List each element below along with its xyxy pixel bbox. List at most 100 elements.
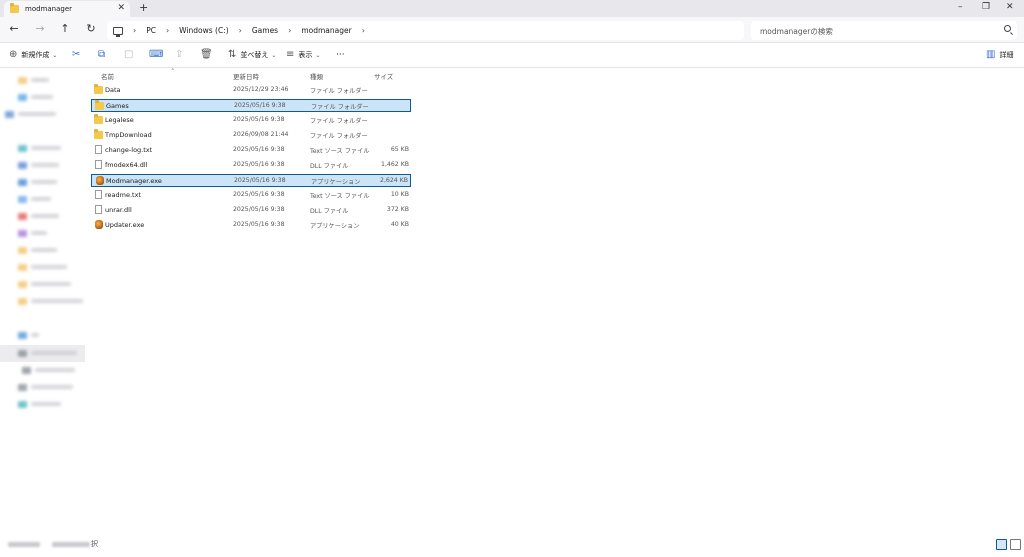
share-icon: ⇪ [175,49,184,60]
search-icon[interactable] [1004,25,1011,32]
column-header-size[interactable]: サイズ [374,71,393,81]
file-date: 2025/05/16 9:38 [233,116,285,123]
sidebar-item[interactable] [0,192,87,206]
more-icon: ··· [336,50,345,60]
file-size: 2,624 KB [380,177,408,184]
sort-button[interactable]: ⇅ 並べ替え ⌄ [228,50,276,60]
rename-button[interactable]: ⌨ [149,50,163,60]
breadcrumb-games[interactable]: Games [252,26,278,35]
file-row[interactable]: Modmanager.exe 2025/05/16 9:38 アプリケーション 2,6… [91,174,411,187]
navigation-bar: ← → ↑ ↻ › PC › Windows (C:) › Games › mo… [0,17,1024,43]
sidebar-item[interactable] [0,397,87,411]
status-selection-tail: 択 [91,540,98,548]
file-row[interactable]: change-log.txt 2025/05/16 9:38 Text ソース ファ… [91,144,411,157]
sidebar-item[interactable] [0,226,87,240]
maximize-button[interactable]: ❐ [982,2,990,12]
close-window-button[interactable]: ✕ [1006,2,1014,12]
file-size: 40 KB [390,221,409,228]
tab-title: modmanager [25,5,73,13]
breadcrumb-chevron-icon[interactable]: › [166,26,169,35]
share-button[interactable]: ⇪ [175,50,183,60]
breadcrumb-pc[interactable]: PC [146,26,156,35]
breadcrumb-chevron-icon[interactable]: › [133,26,136,35]
sidebar-item[interactable] [0,328,87,342]
column-header-date[interactable]: 更新日時 [233,71,259,81]
file-row[interactable]: Games 2025/05/16 9:38 ファイル フォルダー [91,99,411,112]
plus-circle-icon: ⊕ [9,49,18,60]
file-row[interactable]: TmpDownload 2026/09/08 21:44 ファイル フォルダー [91,129,411,142]
sidebar-item[interactable] [0,363,87,377]
file-size: 1,462 KB [381,161,409,168]
folder-icon [95,100,104,110]
folder-icon [94,129,103,139]
close-tab-icon[interactable]: ✕ [117,4,125,13]
sidebar-item[interactable] [0,209,87,223]
file-row[interactable]: unrar.dll 2025/05/16 9:38 DLL ファイル 372 KB [91,204,411,217]
file-date: 2025/05/16 9:38 [234,102,286,109]
breadcrumb-chevron-icon[interactable]: › [288,26,291,35]
file-row[interactable]: Updater.exe 2025/05/16 9:38 アプリケーション 40 KB [91,219,411,232]
sidebar-item[interactable] [0,73,87,87]
up-button[interactable]: ↑ [59,23,71,35]
sidebar-item[interactable] [0,158,87,172]
new-tab-button[interactable]: + [139,2,148,14]
breadcrumb-chevron-icon[interactable]: › [362,26,365,35]
sort-ascending-icon: ˄ [171,68,175,76]
copy-button[interactable]: ⧉ [98,50,105,60]
breadcrumb-chevron-icon[interactable]: › [239,26,242,35]
sidebar-item[interactable] [0,260,87,274]
delete-button[interactable]: 🗑 [200,50,213,60]
tab-modmanager[interactable]: modmanager ✕ [4,1,130,17]
details-view-button[interactable] [996,539,1007,550]
copy-icon: ⧉ [98,49,106,60]
file-size: 372 KB [386,206,409,213]
paste-button[interactable]: ▢ [124,50,133,60]
status-bar: 択 [0,538,1024,557]
file-date: 2025/05/16 9:38 [233,191,285,198]
sidebar-item[interactable] [0,243,87,257]
sidebar-item[interactable] [0,141,87,155]
file-row[interactable]: fmodex64.dll 2025/05/16 9:38 DLL ファイル 1,462… [91,159,411,172]
file-row[interactable]: Data 2025/12/29 23:46 ファイル フォルダー [91,84,411,97]
forward-button[interactable]: → [34,23,46,35]
minimize-button[interactable]: – [958,2,963,12]
more-button[interactable]: ··· [336,50,345,60]
view-button[interactable]: ≡ 表示 ⌄ [286,50,320,60]
breadcrumb-modmanager[interactable]: modmanager [301,26,351,35]
sidebar-item[interactable] [0,175,87,189]
file-row[interactable]: Legalese 2025/05/16 9:38 ファイル フォルダー [91,114,411,127]
details-pane-icon: ▥ [986,49,996,60]
sidebar-item[interactable] [0,380,87,394]
search-input[interactable]: modmanagerの検索 [751,21,1017,40]
column-header-type[interactable]: 種類 [310,71,323,81]
column-header-name[interactable]: 名前 ˄ [101,68,175,81]
sidebar-item[interactable] [0,346,87,360]
sort-label: 並べ替え [240,51,269,59]
file-type: アプリケーション [311,179,361,186]
back-button[interactable]: ← [8,23,20,35]
title-bar: modmanager ✕ + – ❐ ✕ [0,0,1024,17]
cut-button[interactable]: ✂ [72,50,80,60]
tiles-view-button[interactable] [1010,539,1021,550]
file-name: Legalese [105,116,134,124]
refresh-button[interactable]: ↻ [85,23,97,35]
sidebar-item[interactable] [0,90,87,104]
file-name: change-log.txt [105,146,153,154]
file-name: readme.txt [105,191,141,199]
sidebar-item[interactable] [0,277,87,291]
view-label: 表示 [298,51,313,59]
document-icon [95,190,102,199]
status-selection [52,542,90,547]
breadcrumb-drive[interactable]: Windows (C:) [179,26,228,35]
sidebar-item[interactable] [0,107,87,121]
file-name: unrar.dll [105,206,132,214]
file-row[interactable]: readme.txt 2025/05/16 9:38 Text ソース ファイル 10… [91,189,411,202]
details-pane-button[interactable]: ▥ 詳細 [986,50,1013,60]
folder-icon [94,114,103,124]
sidebar-item[interactable] [0,294,87,308]
new-button[interactable]: ⊕ 新規作成 ⌄ [9,50,57,60]
address-bar[interactable]: › PC › Windows (C:) › Games › modmanager… [107,21,744,40]
sort-arrows-icon: ⇅ [228,49,237,60]
application-icon [95,220,103,229]
view-list-icon: ≡ [286,49,295,60]
